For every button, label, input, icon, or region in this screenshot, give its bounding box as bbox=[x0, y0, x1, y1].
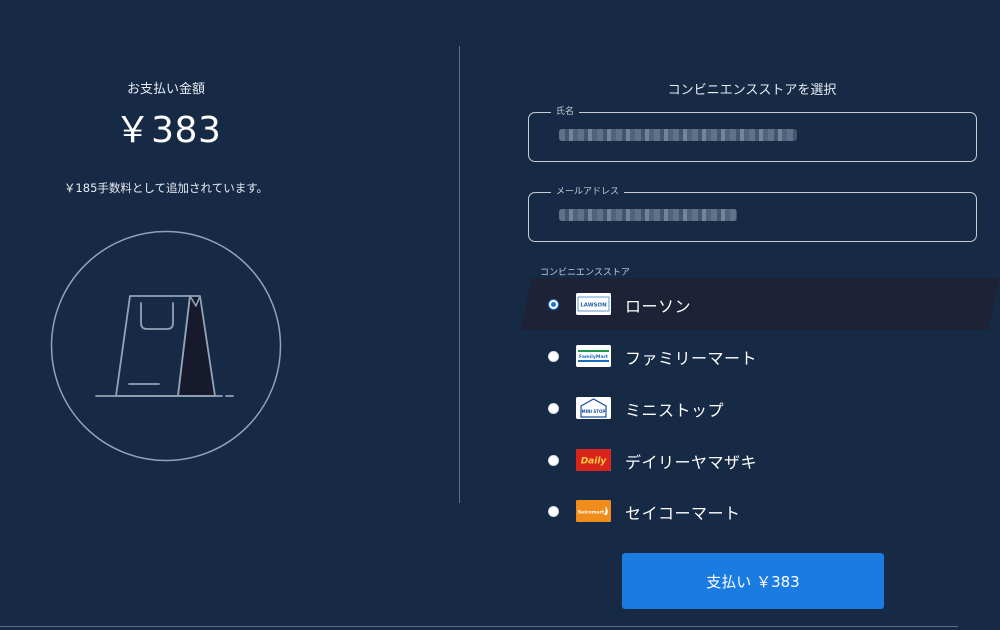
ministop-logo: MINI STOP bbox=[576, 397, 611, 419]
email-field-label: メールアドレス bbox=[551, 185, 625, 199]
convenience-store-payment-page: お支払い金額 ￥383 ￥185手数料として追加されています。 コンビニエンスス… bbox=[0, 0, 1000, 630]
store-name-ministop: ミニストップ bbox=[625, 401, 725, 420]
store-radio-lawson[interactable] bbox=[548, 299, 559, 310]
store-radio-ministop[interactable] bbox=[548, 403, 559, 414]
pay-button[interactable]: 支払い ￥383 bbox=[622, 553, 884, 609]
store-name-familymart: ファミリーマート bbox=[625, 349, 758, 368]
lawson-logo: LAWSON bbox=[576, 293, 611, 315]
familymart-logo-text: FamilyMart bbox=[579, 354, 609, 360]
store-option-lawson[interactable]: LAWSON ローソン bbox=[520, 278, 1000, 330]
store-selection-title: コンビニエンスストアを選択 bbox=[667, 83, 837, 98]
name-field: 氏名 bbox=[528, 105, 977, 162]
stores-group-label: コンビニエンスストア bbox=[540, 268, 630, 278]
store-radio-familymart[interactable] bbox=[548, 351, 559, 362]
amount-label: お支払い金額 bbox=[126, 82, 205, 97]
seicomart-logo-text: Seicomart bbox=[578, 510, 605, 516]
store-option-familymart[interactable]: FamilyMart ファミリーマート bbox=[520, 330, 1000, 382]
store-radio-seicomart[interactable] bbox=[548, 506, 559, 517]
store-radio-daily-yamazaki[interactable] bbox=[548, 455, 559, 466]
store-name-lawson: ローソン bbox=[625, 297, 692, 316]
store-option-daily-yamazaki[interactable]: Daily デイリーヤマザキ bbox=[520, 434, 1000, 486]
panel-divider bbox=[459, 46, 460, 503]
bottom-divider bbox=[0, 626, 958, 627]
email-field: メールアドレス bbox=[528, 185, 977, 242]
store-name-seicomart: セイコーマート bbox=[625, 504, 741, 523]
amount-value: ￥383 bbox=[114, 110, 222, 151]
name-field-label: 氏名 bbox=[551, 105, 580, 119]
daily-yamazaki-logo-text: Daily bbox=[581, 457, 608, 467]
ministop-logo-text: MINI STOP bbox=[582, 409, 606, 414]
email-input[interactable] bbox=[551, 204, 741, 228]
store-option-ministop[interactable]: MINI STOP ミニストップ bbox=[520, 382, 1000, 434]
fee-note: ￥185手数料として追加されています。 bbox=[63, 181, 269, 195]
payment-summary-panel: お支払い金額 ￥383 ￥185手数料として追加されています。 bbox=[0, 0, 460, 630]
seicomart-logo: Seicomart bbox=[576, 500, 611, 522]
store-option-seicomart[interactable]: Seicomart セイコーマート bbox=[520, 485, 1000, 537]
familymart-logo: FamilyMart bbox=[576, 345, 611, 367]
store-name-daily-yamazaki: デイリーヤマザキ bbox=[625, 453, 758, 472]
lawson-logo-text: LAWSON bbox=[580, 303, 607, 309]
daily-yamazaki-logo: Daily bbox=[576, 449, 611, 471]
shopping-bag-icon bbox=[50, 230, 282, 462]
name-input[interactable] bbox=[551, 124, 801, 148]
